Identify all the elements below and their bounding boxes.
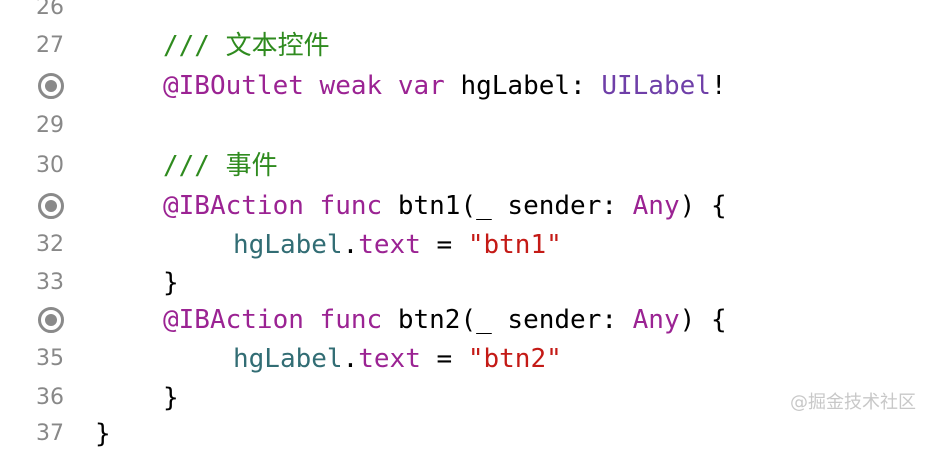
comment-text: /// 文本控件 [163, 31, 330, 61]
equals-operator: = [436, 230, 453, 260]
type-name: UILabel [601, 71, 711, 101]
code-line: 35 hgLabel.text = "btn2" [0, 340, 932, 378]
assignment-statement: hgLabel.text = "btn2" [233, 340, 562, 378]
code-line: 37 } [0, 415, 932, 453]
line-number: 26 [36, 0, 64, 20]
outlet-declaration: @IBOutlet weak var hgLabel: UILabel! [163, 67, 727, 105]
code-line: 30 /// 事件 [0, 147, 932, 185]
doc-comment: /// 事件 [163, 147, 278, 185]
object-identifier: hgLabel [233, 344, 343, 374]
type-name: Any [632, 305, 680, 335]
equals-operator: = [436, 344, 453, 374]
attribute-keyword: @IBAction [163, 305, 304, 335]
line-number: 27 [36, 33, 64, 58]
underscore-label: _ [476, 305, 492, 335]
line-number: 30 [36, 153, 64, 178]
action-connection-icon[interactable] [38, 193, 64, 219]
object-identifier: hgLabel [233, 230, 343, 260]
bang-punct: ! [710, 71, 727, 101]
watermark: @掘金技术社区 [790, 392, 916, 413]
brace-open: { [710, 305, 727, 335]
code-line: 29 [0, 107, 932, 145]
outlet-connection-dot [45, 80, 57, 92]
doc-comment: /// 文本控件 [163, 27, 330, 65]
param-name: sender [507, 191, 602, 221]
line-number: 32 [36, 232, 64, 257]
identifier: hgLabel [460, 71, 571, 101]
paren-open: ( [460, 191, 477, 221]
string-literal: "btn2" [467, 344, 562, 374]
attribute-keyword: @IBAction [163, 191, 304, 221]
assignment-statement: hgLabel.text = "btn1" [233, 226, 562, 264]
paren-open: ( [460, 305, 477, 335]
property-name: text [358, 344, 421, 374]
dot-punct: . [342, 344, 359, 374]
line-number: 35 [36, 346, 64, 371]
code-line: 26 [0, 0, 932, 27]
action-connection-icon[interactable] [38, 307, 64, 333]
brace-open: { [710, 191, 727, 221]
paren-close: ) [679, 305, 696, 335]
brace-close: } [95, 419, 111, 449]
underscore-label: _ [476, 191, 492, 221]
param-name: sender [507, 305, 602, 335]
action-connection-dot [45, 200, 57, 212]
action-declaration: @IBAction func btn1(_ sender: Any) { [163, 187, 727, 225]
code-line: 27 /// 文本控件 [0, 27, 932, 65]
function-name: btn2 [397, 305, 461, 335]
action-connection-dot [45, 314, 57, 326]
code-line: 33 } [0, 264, 932, 302]
weak-keyword: weak [319, 71, 383, 101]
colon-punct: : [601, 191, 617, 221]
dot-punct: . [342, 230, 359, 260]
var-keyword: var [397, 71, 445, 101]
action-declaration: @IBAction func btn2(_ sender: Any) { [163, 301, 727, 339]
code-line: @IBAction func btn1(_ sender: Any) { [0, 187, 932, 225]
func-keyword: func [319, 305, 383, 335]
line-number: 36 [36, 385, 64, 410]
colon-punct: : [570, 71, 586, 101]
code-line: 32 hgLabel.text = "btn1" [0, 226, 932, 264]
brace-close: } [163, 268, 179, 298]
comment-text: /// 事件 [163, 151, 278, 181]
func-keyword: func [319, 191, 383, 221]
code-line: @IBOutlet weak var hgLabel: UILabel! [0, 67, 932, 105]
line-number: 29 [36, 113, 64, 138]
line-number: 33 [36, 270, 64, 295]
brace-close: } [163, 383, 179, 413]
function-name: btn1 [397, 191, 461, 221]
outlet-connection-icon[interactable] [38, 73, 64, 99]
property-name: text [358, 230, 421, 260]
line-number: 37 [36, 421, 64, 446]
code-line: @IBAction func btn2(_ sender: Any) { [0, 301, 932, 339]
attribute-keyword: @IBOutlet [163, 71, 304, 101]
colon-punct: : [601, 305, 617, 335]
paren-close: ) [679, 191, 696, 221]
type-name: Any [632, 191, 680, 221]
string-literal: "btn1" [467, 230, 562, 260]
